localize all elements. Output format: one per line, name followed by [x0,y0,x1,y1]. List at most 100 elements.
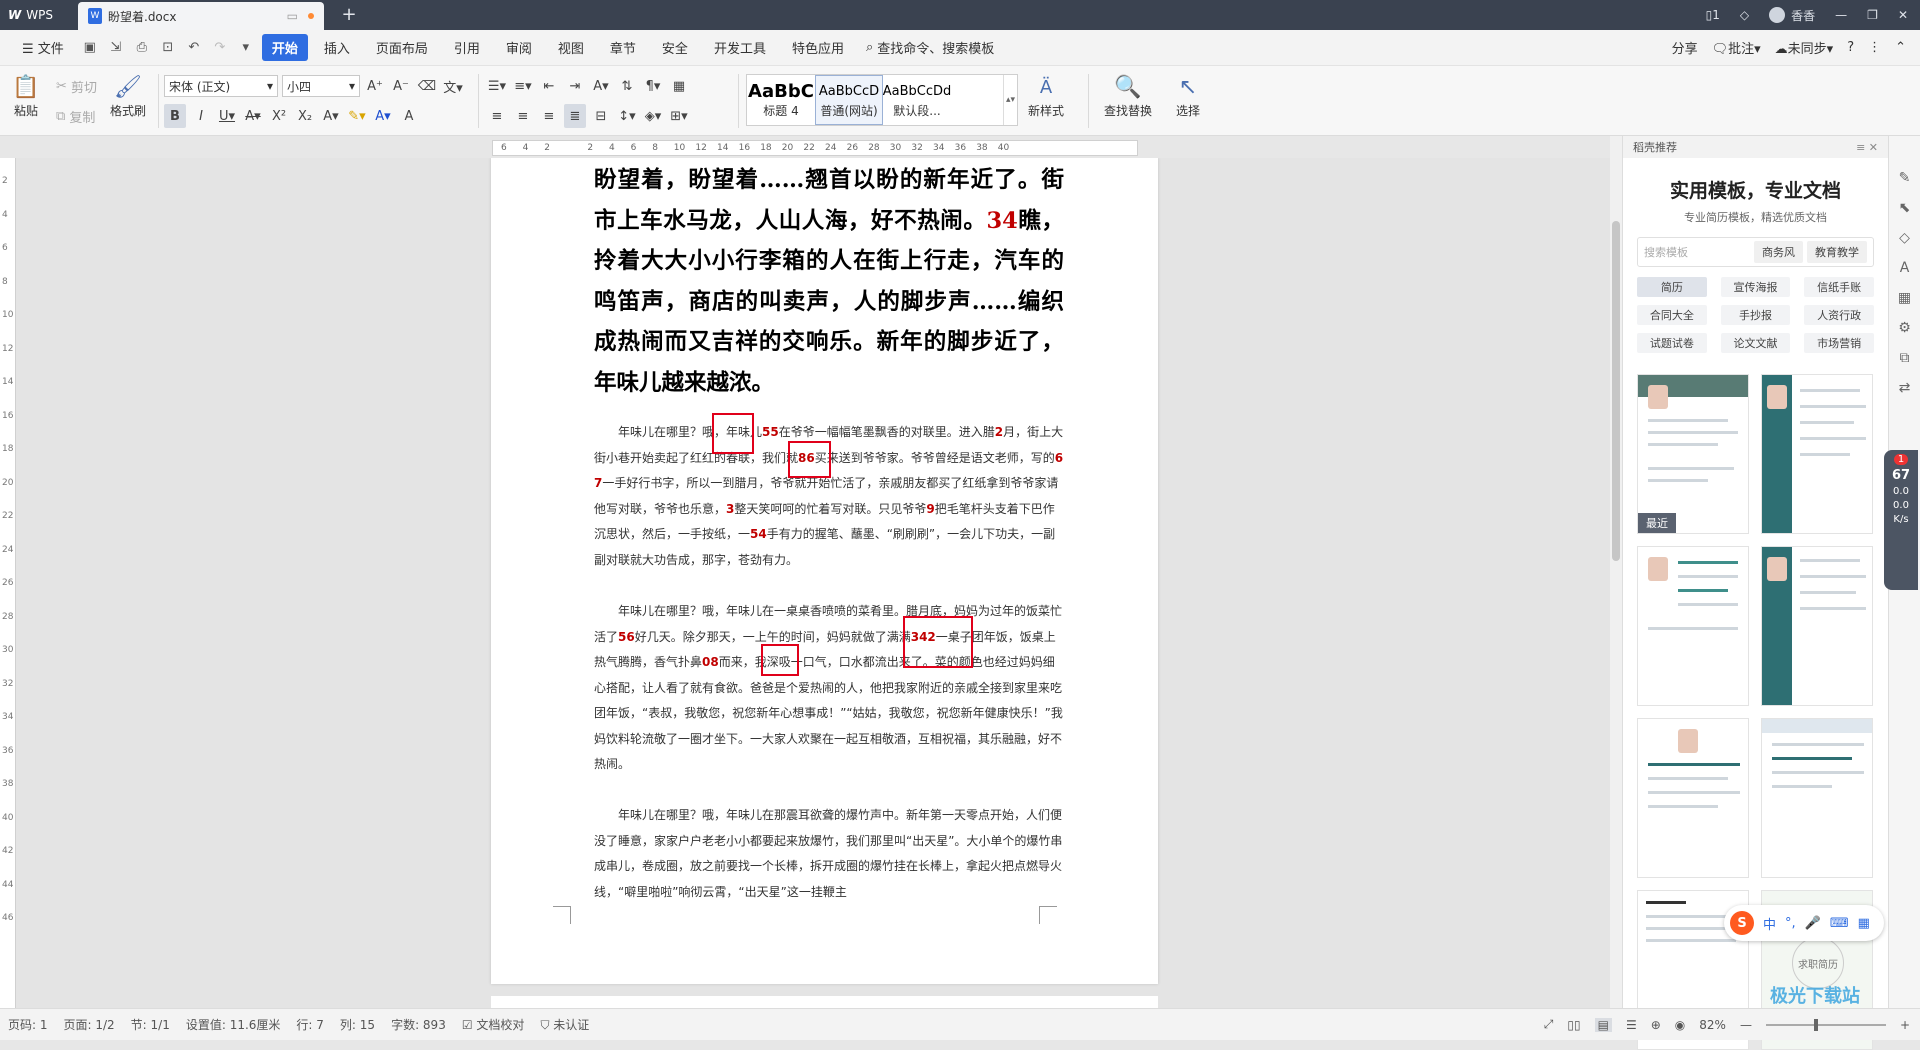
document-page-2[interactable] [491,996,1158,1008]
style-icon[interactable]: A [1900,260,1910,276]
bold-button[interactable]: B [164,104,186,128]
shapes-icon[interactable]: ◇ [1899,230,1910,246]
tab-page-layout[interactable]: 页面布局 [366,34,438,61]
tag-thesis[interactable]: 论文文献 [1720,333,1791,353]
line-spacing-icon[interactable]: ↕▾ [616,104,638,128]
template-thumbnail[interactable] [1637,546,1749,706]
strikethrough-button[interactable]: A▾ [242,104,264,128]
sync-button[interactable]: ☁未同步▾ [1775,38,1834,57]
table-icon[interactable]: ▦ [668,74,690,98]
status-setting[interactable]: 设置值: 11.6厘米 [178,1016,289,1033]
grow-font-icon[interactable]: A⁺ [364,74,386,98]
status-word-count[interactable]: 字数: 893 [383,1016,454,1033]
tag-hr[interactable]: 人资行政 [1804,305,1874,325]
ime-punctuation[interactable]: °, [1785,916,1796,931]
keyboard-icon[interactable]: ⌨ [1830,916,1849,931]
style-gallery-scroll[interactable]: ▴▾ [1003,75,1017,125]
wps-home-tab[interactable]: W WPS [0,0,76,30]
tab-security[interactable]: 安全 [652,34,698,61]
ime-toolbar[interactable]: S 中 °, 🎤 ⌨ ▦ [1724,905,1884,941]
skin-icon[interactable]: ◇ [1740,8,1749,22]
heading-paragraph[interactable]: 盼望着，盼望着……翘首以盼的新年近了。街市上车水马龙，人山人海，好不热闹。34瞧… [594,160,1064,403]
zoom-out-icon[interactable]: — [1740,1018,1752,1032]
body-paragraph-3[interactable]: 年味儿在哪里？哦，年味儿在那震耳欲聋的爆竹声中。新年第一天零点开始，人们便没了睡… [594,803,1064,905]
tab-view[interactable]: 视图 [548,34,594,61]
vertical-scrollbar[interactable] [1610,136,1622,1008]
style-normal-web[interactable]: AaBbCcD 普通(网站) [815,75,883,125]
collapse-ribbon-icon[interactable]: ⌃ [1895,40,1906,55]
format-painter-button[interactable]: 🖌 格式刷 [110,72,146,119]
find-replace-button[interactable]: 🔍 查找替换 [1104,72,1152,119]
copy-button[interactable]: ⧉ 复制 [56,104,95,128]
tab-developer[interactable]: 开发工具 [704,34,776,61]
outline-view-icon[interactable]: ☰ [1626,1018,1637,1032]
vertical-ruler[interactable]: 2 4 6 8 10 12 14 16 18 20 22 24 26 28 30 32 34 36 38 40 42 44… [0,158,16,1008]
document-tab[interactable]: W 盼望着.docx ▭ [78,2,324,30]
numbered-list-icon[interactable]: ≡▾ [512,74,534,98]
share-icon[interactable]: ⇄ [1899,380,1911,396]
underline-button[interactable]: U▾ [216,104,238,128]
cut-button[interactable]: ✂ 剪切 [56,74,97,98]
unsaved-dot-icon[interactable] [308,13,314,19]
pointer-icon[interactable]: ⬉ [1899,200,1911,216]
settings-icon[interactable]: ⚙ [1898,320,1911,336]
user-account[interactable]: 香香 [1769,7,1815,24]
share-button[interactable]: 分享 [1672,38,1698,57]
chip-business[interactable]: 商务风 [1754,241,1803,263]
font-name-select[interactable]: 宋体 (正文) ▾ [164,75,278,97]
auth-status[interactable]: ⛉ 未认证 [532,1016,597,1033]
border-icon[interactable]: ⊞▾ [668,104,690,128]
close-icon[interactable]: ≡ ✕ [1856,141,1878,154]
paste-button[interactable]: 📋 粘贴 [10,72,42,119]
maximize-icon[interactable]: ❐ [1867,8,1878,22]
clear-format-icon[interactable]: ⌫ [416,74,438,98]
shrink-font-icon[interactable]: A⁻ [390,74,412,98]
zoom-in-icon[interactable]: + [1900,1018,1910,1032]
table-icon[interactable]: ▦ [1898,290,1911,306]
web-view-icon[interactable]: ⊕ [1651,1018,1661,1032]
style-heading4[interactable]: AaBbC 标题 4 [747,75,815,125]
new-tab-button[interactable]: + [336,3,362,27]
chip-education[interactable]: 教育教学 [1807,241,1867,263]
print-icon[interactable]: ⎙ [132,38,152,58]
document-page[interactable]: 盼望着，盼望着……翘首以盼的新年近了。街市上车水马龙，人山人海，好不热闹。34瞧… [491,158,1158,984]
status-pages[interactable]: 页面: 1/2 [56,1016,123,1033]
template-thumbnail[interactable] [1637,718,1749,878]
save-icon[interactable]: ▣ [80,38,100,58]
template-search-input[interactable]: 搜索模板 [1644,244,1750,260]
tag-handwritten[interactable]: 手抄报 [1720,305,1791,325]
tag-contract[interactable]: 合同大全 [1637,305,1707,325]
tab-review[interactable]: 审阅 [496,34,542,61]
page-view-icon[interactable]: ▤ [1594,1017,1612,1032]
bullet-list-icon[interactable]: ☰▾ [486,74,508,98]
justify-icon[interactable]: ≣ [564,104,586,128]
read-mode-icon[interactable]: ▯▯ [1567,1018,1580,1032]
tag-letter[interactable]: 信纸手账 [1804,277,1874,297]
print-preview-icon[interactable]: ⊡ [158,38,178,58]
new-style-button[interactable]: Ä 新样式 [1028,72,1064,119]
window-mode-icon[interactable]: ▭ [287,9,298,23]
phonetic-icon[interactable]: 文▾ [442,74,464,98]
close-icon[interactable]: ✕ [1898,8,1908,22]
style-default-para[interactable]: AaBbCcDd 默认段... [883,75,952,125]
tab-references[interactable]: 引用 [444,34,490,61]
grid-icon[interactable]: ▦ [1858,916,1870,931]
speed-widget[interactable]: 1 67 0.0 0.0 K/s [1884,450,1918,590]
panel-header-title[interactable]: 稻壳推荐 [1633,139,1677,155]
template-thumbnail[interactable] [1761,374,1873,534]
tab-special-apps[interactable]: 特色应用 [782,34,854,61]
text-effect-button[interactable]: A▾ [320,104,342,128]
document-canvas[interactable]: 盼望着，盼望着……翘首以盼的新年近了。街市上车水马龙，人山人海，好不热闹。34瞧… [16,158,1610,1008]
tab-home[interactable]: 开始 [261,34,308,61]
tag-poster[interactable]: 宣传海报 [1720,277,1791,297]
template-search[interactable]: 搜索模板 商务风 教育教学 [1637,237,1874,267]
undo-icon[interactable]: ↶ [184,38,204,58]
tag-exam[interactable]: 试题试卷 [1637,333,1707,353]
align-right-icon[interactable]: ≡ [538,104,560,128]
text-direction-icon[interactable]: A▾ [590,74,612,98]
more-icon[interactable]: ⋮ [1868,40,1881,55]
zoom-slider[interactable] [1765,1018,1886,1031]
decrease-indent-icon[interactable]: ⇤ [538,74,560,98]
subscript-button[interactable]: X₂ [294,104,316,128]
fullscreen-icon[interactable]: ⤢ [1544,1017,1554,1032]
